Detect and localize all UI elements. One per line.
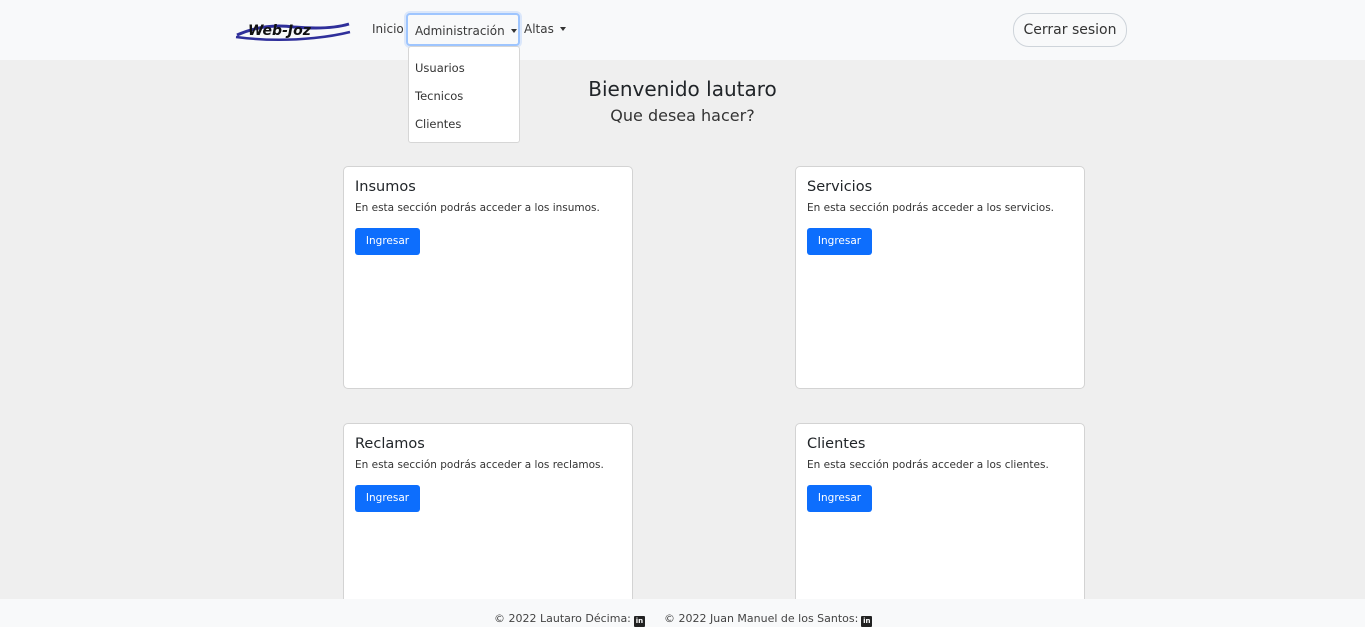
card-reclamos: Reclamos En esta sección podrás acceder … [343, 423, 633, 627]
logout-button[interactable]: Cerrar sesion [1013, 13, 1127, 47]
caret-down-icon [559, 27, 566, 31]
logo-icon: Web-Joz [235, 22, 351, 42]
welcome-heading: Bienvenido lautaro [588, 77, 777, 101]
footer: © 2022 Lautaro Décima: in © 2022 Juan Man… [0, 599, 1365, 627]
card-clientes: Clientes En esta sección podrás acceder … [795, 423, 1085, 627]
footer-credit-text: © 2022 Lautaro Décima: [494, 612, 631, 625]
welcome-subtitle: Que desea hacer? [610, 106, 755, 125]
card-title: Clientes [807, 436, 866, 452]
ingresar-reclamos-button[interactable]: Ingresar [355, 485, 420, 512]
logo[interactable]: Web-Joz [234, 18, 352, 42]
card-title: Servicios [807, 179, 873, 195]
footer-credit-juan: © 2022 Juan Manuel de los Santos: in [664, 611, 873, 627]
card-insumos: Insumos En esta sección podrás acceder a… [343, 166, 633, 389]
nav-link-administracion-label: Administración [415, 24, 505, 38]
card-text: En esta sección podrás acceder a los cli… [807, 459, 1049, 471]
nav-link-inicio[interactable]: Inicio [372, 20, 404, 38]
dropdown-item-clientes[interactable]: Clientes [415, 116, 461, 132]
administracion-dropdown-menu: Usuarios Tecnicos Clientes [408, 46, 520, 143]
card-title: Insumos [355, 179, 416, 195]
card-servicios: Servicios En esta sección podrás acceder… [795, 166, 1085, 389]
card-text: En esta sección podrás acceder a los rec… [355, 459, 604, 471]
linkedin-icon[interactable]: in [633, 616, 645, 627]
dropdown-item-tecnicos[interactable]: Tecnicos [415, 88, 463, 104]
card-title: Reclamos [355, 436, 425, 452]
svg-text:Web-Joz: Web-Joz [248, 23, 312, 39]
nav-link-altas-label: Altas [524, 22, 554, 36]
ingresar-servicios-button[interactable]: Ingresar [807, 228, 872, 255]
nav-dropdown-administracion[interactable]: Administración [406, 13, 520, 46]
ingresar-clientes-button[interactable]: Ingresar [807, 485, 872, 512]
nav-dropdown-altas[interactable]: Altas [524, 20, 566, 38]
dropdown-item-usuarios[interactable]: Usuarios [415, 60, 465, 76]
linkedin-icon[interactable]: in [861, 616, 873, 627]
navbar: Web-Joz Inicio Administración Altas Cerr… [0, 0, 1365, 60]
card-text: En esta sección podrás acceder a los ins… [355, 202, 600, 214]
footer-credit-text: © 2022 Juan Manuel de los Santos: [664, 612, 859, 625]
ingresar-insumos-button[interactable]: Ingresar [355, 228, 420, 255]
footer-credit-lautaro: © 2022 Lautaro Décima: in [494, 611, 645, 627]
card-text: En esta sección podrás acceder a los ser… [807, 202, 1055, 214]
caret-down-icon [510, 29, 517, 33]
